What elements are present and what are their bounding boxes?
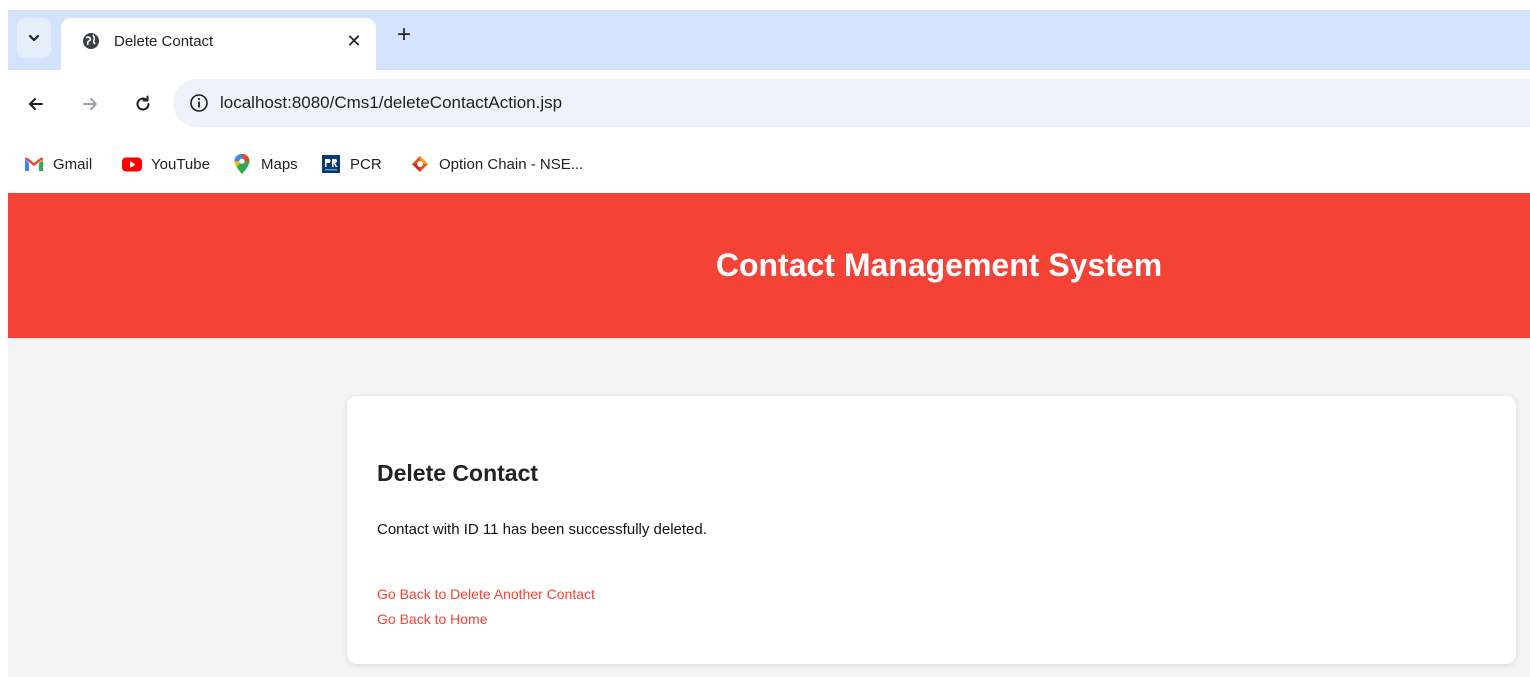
youtube-icon	[122, 155, 142, 173]
globe-icon	[83, 33, 99, 49]
pcr-icon	[321, 155, 341, 173]
delete-another-link[interactable]: Go Back to Delete Another Contact	[377, 586, 595, 602]
bookmark-maps[interactable]: Maps	[232, 153, 298, 175]
nse-icon	[410, 155, 430, 173]
bookmark-label: YouTube	[151, 155, 210, 173]
new-tab-button[interactable]: +	[392, 21, 416, 48]
site-info-icon[interactable]	[189, 93, 209, 113]
tab-title: Delete Contact	[114, 33, 214, 50]
tab-search-button[interactable]	[17, 18, 51, 58]
bookmark-gmail[interactable]: Gmail	[24, 153, 92, 175]
site-title: Contact Management System	[715, 247, 1163, 283]
forward-button[interactable]	[78, 92, 102, 116]
bookmark-label: Maps	[261, 155, 298, 173]
bookmark-label: Option Chain - NSE...	[439, 155, 584, 173]
page-content: Contact Management System Delete Contact…	[8, 193, 1530, 677]
bookmark-option-chain-nse[interactable]: Option Chain - NSE...	[410, 153, 583, 175]
home-link[interactable]: Go Back to Home	[377, 611, 488, 627]
card-heading: Delete Contact	[377, 460, 539, 486]
reload-button[interactable]	[131, 92, 155, 116]
gmail-icon	[24, 155, 44, 173]
tab-strip: Delete Contact ✕ +	[8, 10, 1530, 70]
bookmark-label: Gmail	[53, 155, 93, 173]
url-text: localhost:8080/Cms1/deleteContactAction.…	[220, 93, 563, 112]
reload-icon	[136, 95, 150, 111]
tab-close-icon[interactable]: ✕	[344, 30, 364, 52]
address-bar[interactable]: localhost:8080/Cms1/deleteContactAction.…	[173, 79, 1530, 127]
tab-delete-contact[interactable]: Delete Contact ✕	[61, 18, 376, 70]
bookmark-label: PCR	[350, 155, 382, 173]
chevron-down-icon	[28, 34, 40, 42]
bookmark-youtube[interactable]: YouTube	[122, 153, 210, 175]
browser-toolbar: localhost:8080/Cms1/deleteContactAction.…	[8, 70, 1530, 136]
arrow-left-icon	[29, 98, 43, 110]
bookmark-pcr[interactable]: PCR	[321, 153, 382, 175]
bookmarks-bar: Gmail YouTube Maps PCR Option Chain - NS…	[8, 136, 1530, 192]
arrow-right-icon	[83, 98, 97, 110]
maps-icon	[232, 154, 252, 174]
success-message: Contact with ID 11 has been successfully…	[377, 521, 707, 538]
delete-result-card: Delete Contact Contact with ID 11 has be…	[347, 396, 1516, 664]
site-header: Contact Management System	[8, 193, 1530, 338]
back-button[interactable]	[24, 92, 48, 116]
